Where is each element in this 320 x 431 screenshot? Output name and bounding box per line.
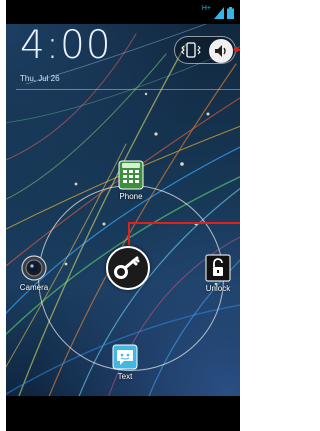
camera-icon [21,255,47,281]
sound-mode-toggle[interactable] [174,36,236,64]
callout-line-vertical [128,222,130,248]
unlock-handle[interactable] [106,246,150,290]
text-target[interactable]: Text [105,344,145,381]
signal-icon [214,7,224,19]
callout-line-horizontal [128,222,240,224]
vibrate-icon[interactable] [179,40,203,60]
lock-clock: 4:00 [20,23,112,68]
screenshot-frame: H+ 4:00 Thu, Jul 26 Phone Camera Unlock … [0,0,243,431]
text-label: Text [117,372,133,381]
key-icon [114,256,140,279]
message-bubble-icon [112,344,138,370]
padlock-icon [205,254,231,282]
phone-dialpad-icon [118,160,144,190]
camera-label: Camera [19,283,49,292]
battery-icon [227,7,234,19]
callout-dot-top [234,47,239,52]
phone-target[interactable]: Phone [111,160,151,201]
bottom-bar [6,396,240,431]
unlock-label: Unlock [205,284,231,293]
status-bar: H+ [6,0,240,24]
network-type-icon: H+ [201,5,211,12]
unlock-target[interactable]: Unlock [198,254,238,293]
divider [16,89,240,90]
speaker-icon[interactable] [209,39,233,63]
status-icons: H+ [202,5,234,19]
phone-label: Phone [119,192,143,201]
lock-date: Thu, Jul 26 [20,74,60,83]
phone-screen: H+ 4:00 Thu, Jul 26 Phone Camera Unlock … [6,0,240,431]
camera-target[interactable]: Camera [14,255,54,292]
